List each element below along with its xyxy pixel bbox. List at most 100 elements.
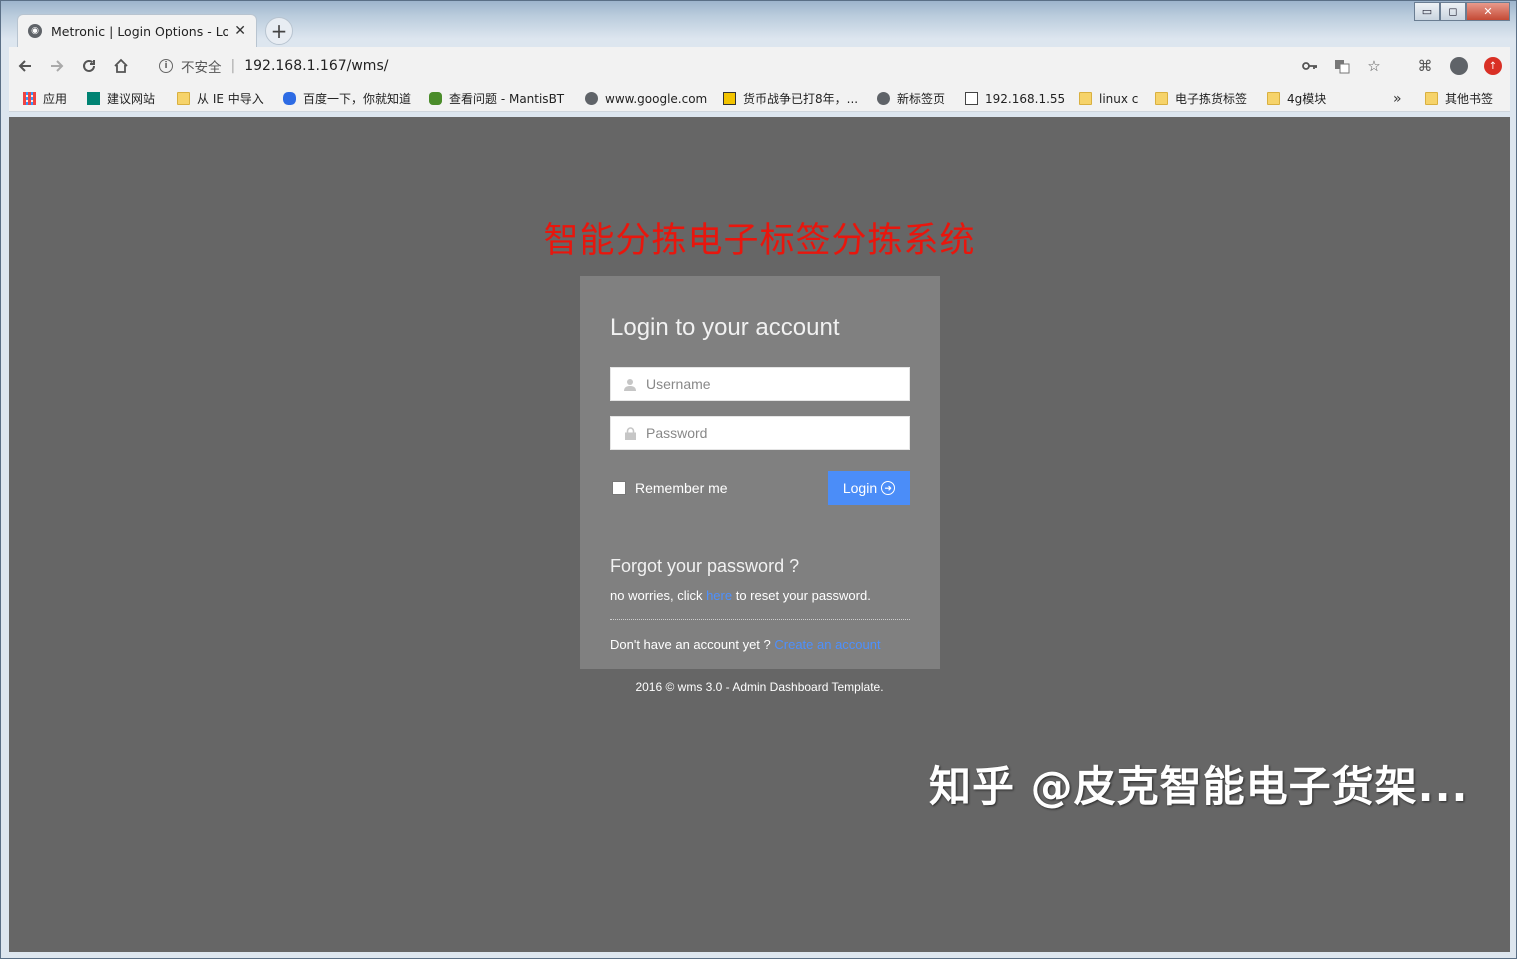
login-heading: Login to your account [610, 314, 840, 341]
bookmark-label: 查看问题 - MantisBT [449, 92, 565, 106]
bookmark-label: 4g模块 [1287, 92, 1327, 106]
user-icon [623, 377, 637, 391]
copyright: 2016 © wms 3.0 - Admin Dashboard Templat… [635, 680, 884, 694]
create-account-link[interactable]: Create an account [774, 637, 880, 652]
login-card: Login to your account Remember me Login [580, 276, 940, 669]
bookmark-item[interactable]: 查看问题 - MantisBT [429, 85, 564, 112]
bookmark-label: 从 IE 中导入 [197, 92, 264, 106]
other-bookmarks[interactable]: 其他书签 [1425, 85, 1493, 112]
login-button[interactable]: Login ➜ [828, 471, 910, 505]
folder-icon [1079, 92, 1092, 105]
security-label: 不安全 [181, 60, 222, 76]
forgot-heading: Forgot your password ? [610, 556, 800, 576]
reload-icon [83, 59, 95, 72]
extensions-area: ⌘ ↑ [1416, 51, 1502, 81]
username-field[interactable] [610, 367, 910, 401]
bookmark-item[interactable]: 应用 [23, 85, 67, 112]
forgot-text: no worries, click here to reset your pas… [610, 588, 871, 603]
bookmark-item[interactable]: www.google.com [585, 85, 707, 112]
folder-icon [177, 92, 190, 105]
omnibox-actions: ☆ [1301, 51, 1389, 81]
bookmark-label: 新标签页 [897, 92, 946, 106]
remember-checkbox[interactable] [612, 481, 626, 495]
apps-icon [23, 92, 36, 105]
lock-icon [623, 426, 637, 440]
arrow-circle-right-icon: ➜ [881, 481, 896, 495]
bookmark-item[interactable]: 新标签页 [877, 85, 945, 112]
close-window-button[interactable]: ✕ [1466, 2, 1510, 21]
separator: | [230, 58, 236, 74]
forward-arrow-icon [51, 60, 64, 72]
image-icon [965, 92, 978, 105]
title-bar: ◉ Metronic | Login Options - Lo ✕ + ▭ ◻ … [1, 1, 1516, 47]
bookmark-item[interactable]: 建议网站 [87, 85, 155, 112]
browser-window: ◉ Metronic | Login Options - Lo ✕ + ▭ ◻ … [0, 0, 1517, 959]
watermark: 知乎 @皮克智能电子货架... [929, 762, 1469, 811]
globe-icon [877, 92, 890, 105]
close-icon: ✕ [1483, 5, 1493, 18]
extension-icon[interactable]: ⌘ [1416, 57, 1434, 75]
signup-text: Don't have an account yet ? Create an ac… [610, 637, 881, 652]
bookmark-item[interactable]: 电子拣货标签 [1155, 85, 1247, 112]
url-text[interactable]: 192.168.1.167/wms/ [244, 58, 388, 74]
close-icon[interactable]: ✕ [234, 23, 246, 39]
browser-tab[interactable]: ◉ Metronic | Login Options - Lo ✕ [17, 14, 257, 47]
divider [610, 619, 910, 620]
folder-icon [1267, 92, 1280, 105]
login-button-label: Login [842, 480, 878, 496]
restore-icon: ◻ [1448, 5, 1458, 18]
bookmark-label: 电子拣货标签 [1175, 92, 1248, 106]
bookmark-label: 货币战争已打8年，... [743, 92, 859, 106]
back-button[interactable] [9, 50, 41, 82]
new-tab-button[interactable]: + [265, 17, 293, 45]
mantis-icon [429, 92, 442, 105]
more-bookmarks-button[interactable]: » [1393, 85, 1402, 112]
forgot-text-before: no worries, click [610, 588, 707, 603]
info-icon[interactable]: i [159, 59, 173, 73]
site-icon [723, 92, 736, 105]
bookmark-label: 百度一下，你就知道 [303, 92, 412, 106]
bookmark-item[interactable]: 货币战争已打8年，... [723, 85, 858, 112]
reload-button[interactable] [73, 50, 105, 82]
bookmark-item[interactable]: 192.168.1.55 [965, 85, 1065, 112]
bookmark-item[interactable]: linux c [1079, 85, 1138, 112]
minimize-icon: ▭ [1421, 5, 1433, 18]
bookmark-item[interactable]: 从 IE 中导入 [177, 85, 264, 112]
bookmark-label: www.google.com [605, 91, 708, 106]
page-viewport: 智能分拣电子标签分拣系统 Login to your account Remem… [9, 117, 1510, 952]
reset-password-link[interactable]: here [706, 588, 732, 603]
baidu-icon [283, 92, 296, 105]
forward-button[interactable] [41, 50, 73, 82]
bookmark-label: 其他书签 [1445, 92, 1494, 106]
password-field[interactable] [610, 416, 910, 450]
address-bar[interactable]: i 不安全 | 192.168.1.167/wms/ ☆ [149, 51, 1389, 81]
bookmarks-bar: 应用 建议网站 从 IE 中导入 百度一下，你就知道 查看问题 - Mantis… [9, 85, 1510, 112]
bookmark-label: 应用 [43, 92, 68, 106]
back-arrow-icon [18, 60, 31, 72]
forgot-text-after: to reset your password. [732, 588, 871, 603]
folder-icon [1155, 92, 1168, 105]
username-input[interactable] [646, 376, 906, 392]
bookmark-label: 建议网站 [107, 92, 156, 106]
tab-title: Metronic | Login Options - Lo [51, 23, 229, 39]
signup-prompt: Don't have an account yet ? [610, 637, 775, 652]
update-icon[interactable]: ↑ [1484, 57, 1502, 75]
remember-me[interactable]: Remember me [612, 480, 728, 496]
minimize-button[interactable]: ▭ [1414, 2, 1440, 21]
browser-toolbar: i 不安全 | 192.168.1.167/wms/ ☆ ⌘ ↑ [9, 47, 1510, 85]
globe-icon: ◉ [28, 24, 42, 38]
bing-icon [87, 92, 100, 105]
password-input[interactable] [646, 425, 906, 441]
remember-label: Remember me [635, 480, 728, 496]
translate-icon[interactable] [1333, 57, 1351, 75]
system-title: 智能分拣电子标签分拣系统 [543, 221, 976, 261]
star-icon[interactable]: ☆ [1365, 57, 1383, 75]
bookmark-item[interactable]: 4g模块 [1267, 85, 1326, 112]
bookmark-item[interactable]: 百度一下，你就知道 [283, 85, 411, 112]
restore-button[interactable]: ◻ [1440, 2, 1466, 21]
key-icon[interactable] [1301, 57, 1319, 75]
globe-icon [585, 92, 598, 105]
home-button[interactable] [105, 50, 137, 82]
window-controls: ▭ ◻ ✕ [1414, 2, 1510, 21]
profile-avatar-icon[interactable] [1450, 57, 1468, 75]
